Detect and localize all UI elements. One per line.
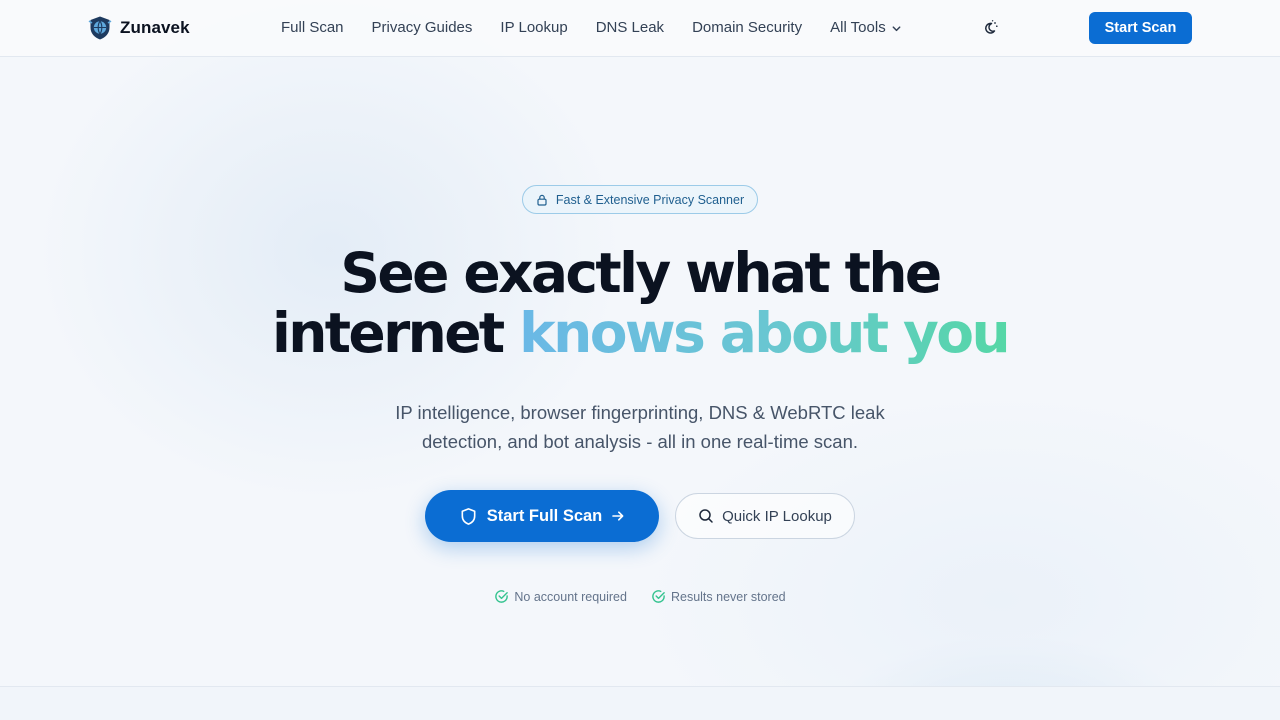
brand-home-link[interactable]: Zunavek [87, 15, 190, 41]
arrow-right-icon [612, 511, 624, 521]
brand-name: Zunavek [120, 18, 190, 37]
lock-icon [537, 194, 547, 206]
nav-dropdown-all-tools[interactable]: All Tools [830, 18, 902, 38]
hero-section: Fast & Extensive Privacy Scanner See exa… [0, 57, 1280, 686]
start-full-scan-button[interactable]: Start Full Scan [425, 490, 659, 542]
shield-globe-icon [88, 16, 112, 40]
nav-link-full-scan[interactable]: Full Scan [281, 18, 344, 38]
quick-ip-lookup-button[interactable]: Quick IP Lookup [675, 493, 855, 539]
nav-link-domain-security[interactable]: Domain Security [692, 18, 802, 38]
trust-item-no-account: No account required [494, 589, 627, 604]
headline-line-1: See exactly what the [340, 241, 942, 305]
nav-link-ip-lookup[interactable]: IP Lookup [500, 18, 567, 38]
trust-item-not-stored: Results never stored [651, 589, 786, 604]
subheadline-line-2: detection, and bot analysis - all in one… [421, 431, 858, 452]
subheadline-line-1: IP intelligence, browser fingerprinting,… [395, 402, 885, 423]
headline-line-2: internet knows about you [140, 303, 1140, 363]
start-scan-button[interactable]: Start Scan [1089, 12, 1192, 44]
hero-badge: Fast & Extensive Privacy Scanner [522, 185, 758, 214]
chevron-down-icon [892, 25, 901, 31]
badge-text: Fast & Extensive Privacy Scanner [555, 192, 745, 207]
headline-plain: internet [271, 301, 520, 365]
nav-link-privacy-guides[interactable]: Privacy Guides [372, 18, 473, 38]
check-circle-icon [652, 590, 665, 603]
nav-link-dns-leak[interactable]: DNS Leak [596, 18, 664, 38]
check-circle-icon [495, 590, 509, 603]
trust-item-label: No account required [514, 589, 627, 604]
sun-moon-icon[interactable] [981, 19, 999, 37]
quick-ip-lookup-label: Quick IP Lookup [722, 507, 832, 525]
shield-icon [461, 507, 476, 525]
nav-dropdown-label: All Tools [830, 19, 886, 36]
next-section-edge [0, 686, 1280, 720]
trust-indicators: No account required Results never stored [0, 589, 1280, 604]
headline-highlight: knows about you [519, 301, 1010, 365]
trust-item-label: Results never stored [670, 589, 786, 604]
start-full-scan-label: Start Full Scan [486, 506, 603, 525]
primary-nav: Full Scan Privacy Guides IP Lookup DNS L… [281, 18, 902, 38]
hero-headline: See exactly what the internet knows abou… [140, 243, 1140, 363]
hero-subheadline: IP intelligence, browser fingerprinting,… [340, 398, 940, 456]
top-nav: Zunavek Full Scan Privacy Guides IP Look… [0, 0, 1280, 57]
search-icon [699, 509, 713, 523]
